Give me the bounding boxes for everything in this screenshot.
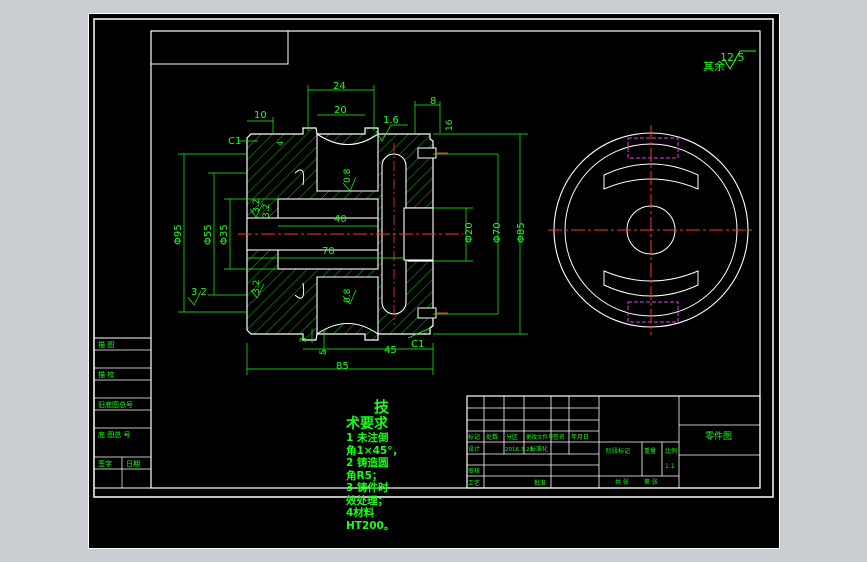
tb-scale: 比例 [665, 447, 677, 455]
dim-phi95: Φ95 [173, 224, 184, 245]
cad-viewport[interactable]: 其余 12.5 24 20 10 8 16 1.6 C1 C1 0.8 0.8 … [88, 13, 780, 549]
tb-docno: 更改文件号 [526, 433, 554, 441]
dim-24: 24 [333, 81, 346, 92]
pin-upper [417, 147, 437, 159]
tb-design: 设计 [468, 445, 480, 453]
dim-8: 8 [430, 96, 436, 107]
tb-stage: 阶段标记 [606, 447, 630, 455]
tb-sign: 签名 [553, 433, 565, 441]
dim-phi35: Φ35 [219, 224, 230, 245]
dim-45: 45 [384, 345, 397, 356]
sheet-outer-frame [88, 13, 780, 549]
dim-c1-top: C1 [228, 136, 241, 147]
tb-process: 工艺 [468, 479, 480, 487]
dim-phi70: Φ70 [492, 222, 503, 243]
dim-phi85: Φ85 [516, 222, 527, 243]
tb-sheet-no: 第 张 [644, 478, 658, 486]
tb-review: 审核 [468, 467, 480, 475]
roughness-value: 12.5 [720, 51, 745, 64]
dim-phi20: Φ20 [464, 222, 475, 243]
dim-3-2-b: 3.2 [262, 204, 272, 218]
tech-req-line: 4材料 [346, 507, 375, 519]
table-sign: 签字 [98, 459, 112, 468]
code-box [150, 30, 289, 65]
table-draw: 描 图 [98, 340, 114, 349]
dim-3-2-c: 3.2 [252, 280, 262, 294]
left-side-table: 描 图 描 校 旧底图总号 底 图总 号 签字 日期 [93, 337, 152, 489]
tech-req-line: 2 铸造圆 [346, 457, 389, 469]
dim-1-6: 1.6 [383, 115, 399, 126]
table-old-no: 旧底图总号 [98, 400, 133, 409]
drawing-frame [150, 30, 761, 489]
section-view [238, 127, 463, 341]
title-block [466, 395, 761, 489]
pin-lower [417, 307, 437, 319]
table-date: 日期 [126, 460, 140, 468]
table-check: 描 校 [98, 370, 114, 379]
tb-zone: 分区 [506, 433, 518, 441]
dim-4: 4 [276, 141, 285, 146]
tech-req-title-1: 技 [374, 398, 390, 416]
hidden-pin-bottom [627, 301, 679, 323]
tb-weight: 重量 [644, 447, 656, 455]
tech-requirements: 技 术要求 1 未注倒 角1×45°， 2 铸造圆 角R5； 3 铸件时 效处理… [346, 398, 403, 532]
tb-date: 年月日 [571, 433, 589, 441]
dim-3: 3 [299, 337, 309, 343]
roughness-symbol: 其余 12.5 [703, 50, 756, 73]
tech-req-line: 效处理； [346, 494, 388, 507]
tb-part-name: 零件图 [705, 430, 732, 442]
side-view [548, 125, 754, 335]
drawing-canvas: 其余 12.5 24 20 10 8 16 1.6 C1 C1 0.8 0.8 … [88, 13, 780, 549]
dim-85: 85 [336, 361, 349, 372]
tb-sheets-total: 共 张 [615, 478, 629, 486]
dim-c1-bottom: C1 [411, 339, 424, 350]
tech-req-line: 角1×45°， [346, 444, 403, 457]
tech-req-line: 角R5； [346, 469, 383, 482]
dim-5: 5 [319, 349, 329, 355]
dim-40: 40 [334, 214, 347, 225]
tb-scale-val: 1:1 [665, 463, 675, 470]
dim-16: 16 [445, 119, 455, 131]
tb-approve: 批准 [534, 479, 546, 487]
tech-req-line: 3 铸件时 [346, 482, 389, 494]
dim-20: 20 [334, 105, 347, 116]
table-base-no: 底 图总 号 [98, 430, 130, 439]
dim-10: 10 [254, 110, 267, 121]
dim-3-2-d: 3.2 [191, 287, 207, 298]
tech-req-line: 1 未注倒 [346, 432, 389, 444]
tech-req-title-2: 术要求 [346, 416, 388, 432]
tb-count: 处数 [486, 433, 498, 441]
dim-phi55: Φ55 [203, 224, 214, 245]
tb-mark: 标记 [468, 433, 480, 441]
title-block-texts: 标记 处数 分区 更改文件号 签名 年月日 设计 2016.3.23 标准化 审… [468, 430, 732, 487]
tech-req-line: HT200。 [346, 519, 395, 532]
dim-3-2-a: 3.2 [252, 199, 262, 213]
hidden-pin-top [627, 137, 679, 159]
tb-standard: 标准化 [530, 445, 548, 453]
dim-0-8-bottom: 0.8 [343, 288, 353, 303]
dim-70: 70 [322, 246, 335, 257]
dim-0-8-top: 0.8 [343, 168, 353, 183]
